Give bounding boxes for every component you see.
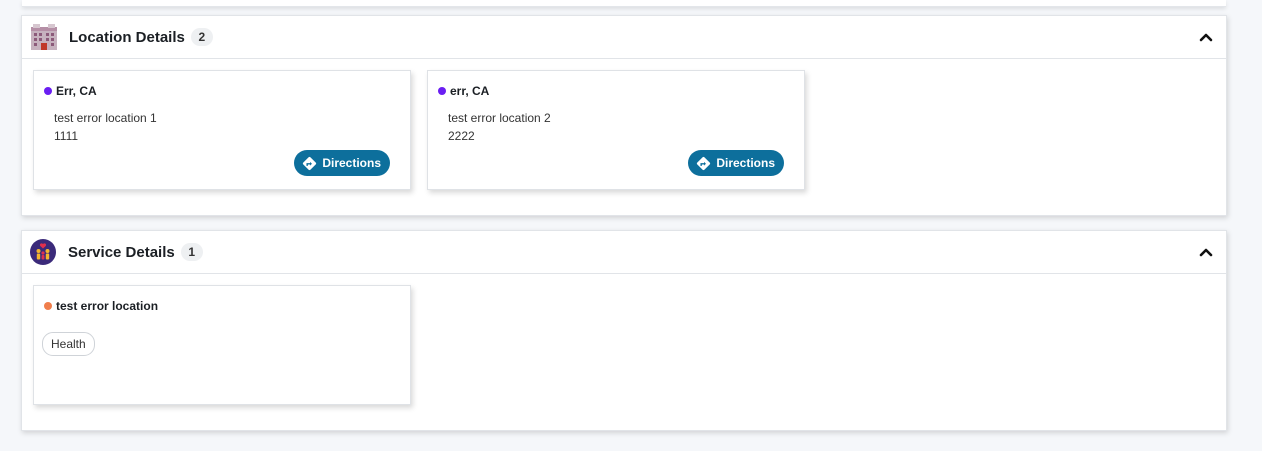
status-dot [44,302,52,310]
location-card: Err, CA test error location 1 1111 Direc… [33,70,411,190]
previous-panel-edge [22,0,1226,7]
directions-icon [697,156,711,170]
location-number: 1111 [54,129,79,143]
chevron-up-icon [1199,33,1213,42]
directions-button[interactable]: Directions [688,150,784,176]
location-details-header[interactable]: Location Details 2 [22,16,1226,59]
location-name: test error location 2 [448,111,551,125]
service-details-header[interactable]: Service Details 1 [22,231,1226,274]
service-card-title: test error location [56,299,159,313]
location-number: 2222 [448,129,475,143]
status-dot [438,87,446,95]
service-details-panel: Service Details 1 test error location He… [21,230,1227,431]
directions-label: Directions [322,156,381,170]
directions-icon [303,156,317,170]
building-icon [31,24,57,50]
location-card-title: Err, CA [56,84,97,98]
directions-label: Directions [716,156,775,170]
collapse-location-button[interactable] [1196,27,1216,47]
people-icon [30,239,56,265]
location-count-badge: 2 [190,28,213,46]
collapse-service-button[interactable] [1196,242,1216,262]
location-details-panel: Location Details 2 Err, CA test error lo… [21,15,1227,216]
location-details-title: Location Details [69,28,185,46]
service-details-title: Service Details [68,243,175,261]
directions-button[interactable]: Directions [294,150,390,176]
location-name: test error location 1 [54,111,157,125]
location-card-title: err, CA [450,84,490,98]
chevron-up-icon [1199,248,1213,257]
service-count-badge: 1 [180,243,203,261]
status-dot [44,87,52,95]
location-card: err, CA test error location 2 2222 Direc… [427,70,805,190]
service-tag: Health [42,332,95,356]
service-card: test error location Health [33,285,411,405]
